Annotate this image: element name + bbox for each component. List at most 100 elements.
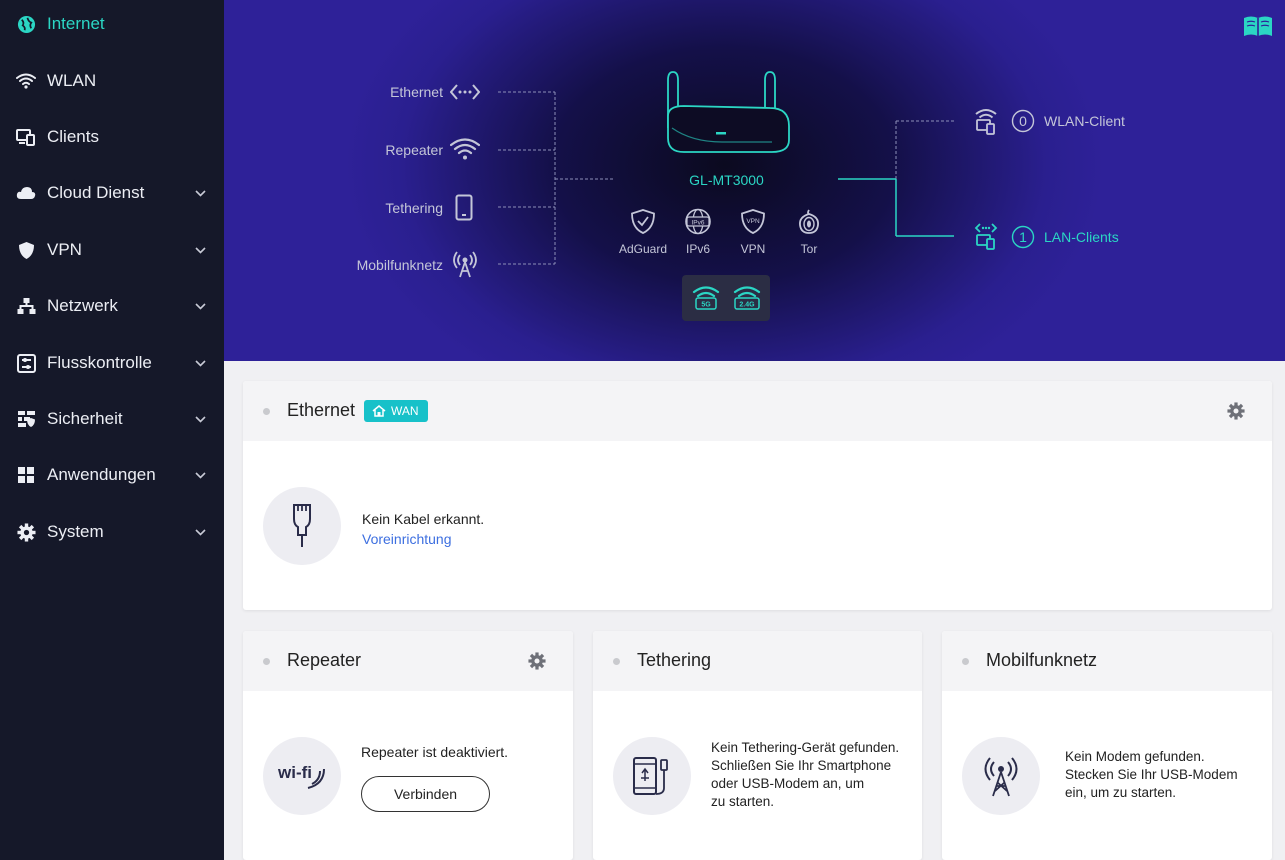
mobile-status-message: Kein Modem gefunden. Stecken Sie Ihr USB… [1065,748,1238,802]
shield-icon [16,240,36,260]
card-title: Tethering [637,650,712,670]
phone-icon[interactable] [455,194,473,221]
sidebar-item-netzwerk[interactable]: Netzwerk [0,286,224,326]
repeater-card: Repeater wi-fi Repeater ist deaktiviert.… [243,631,573,860]
sidebar-item-internet[interactable]: Internet [0,4,224,44]
devices-icon [16,127,36,147]
svg-text:5G: 5G [701,302,711,309]
router-name: GL-MT3000 [689,172,764,188]
lan-client-icon[interactable] [974,221,1000,251]
sidebar: Internet WLAN Clients Cloud Dienst VPN N… [0,0,224,860]
svg-text:2.4G: 2.4G [739,302,755,309]
ethernet-plug-icon [263,487,341,565]
cell-tower-icon[interactable] [453,250,477,278]
chevron-down-icon [194,469,206,481]
globe-icon [16,14,36,34]
wan-badge: WAN [364,400,428,422]
message-line: oder USB-Modem an, um [711,776,865,791]
message-line: Schließen Sie Ihr Smartphone [711,758,892,773]
tor-onion-icon[interactable] [797,207,821,235]
chevron-down-icon [194,300,206,312]
gear-icon [16,522,36,542]
phone-usb-icon [613,737,691,815]
svg-text:VPN: VPN [746,218,760,225]
message-line: ein, um zu starten. [1065,785,1177,800]
apps-icon [16,465,36,485]
card-title: Repeater [287,650,362,670]
sidebar-item-label: Clients [47,127,99,146]
card-header: Repeater [243,631,573,691]
repeater-status-message: Repeater ist deaktiviert. [361,744,509,760]
ethernet-card: Ethernet WAN Kein Kabel erkannt. Voreinr… [243,381,1272,610]
sidebar-item-label: VPN [47,240,82,259]
wifi-logo-icon: wi-fi [263,737,341,815]
sidebar-item-vpn[interactable]: VPN [0,230,224,270]
wifi-2g-icon[interactable]: 2.4G [733,284,761,312]
chevron-down-icon [194,244,206,256]
sidebar-item-anwendungen[interactable]: Anwendungen [0,455,224,495]
topology-panel: Ethernet Repeater Tethering Mobilfunknet… [224,0,1285,361]
message-line: Stecken Sie Ihr USB-Modem [1065,767,1238,782]
message-line: Kein Tethering-Gerät gefunden. [711,740,900,755]
chevron-down-icon [194,413,206,425]
flow-control-icon [16,353,36,373]
status-dot [263,658,270,665]
card-title: Mobilfunknetz [986,650,1098,670]
sidebar-item-system[interactable]: System [0,512,224,552]
wlan-client-icon[interactable] [974,106,1000,136]
status-dot [613,658,620,665]
gear-icon[interactable] [1227,402,1245,420]
feature-label-ipv6: IPv6 [685,242,710,256]
card-header: Ethernet WAN [243,381,1272,441]
wlan-client-label[interactable]: WLAN-Client [1044,113,1125,129]
feature-label-vpn: VPN [740,242,766,256]
wlan-client-count: 0 [1019,113,1027,129]
ethernet-status-message: Kein Kabel erkannt. [362,511,485,527]
router-illustration [667,71,790,153]
book-icon[interactable] [1243,14,1273,38]
status-dot [263,408,270,415]
sidebar-item-flusskontrolle[interactable]: Flusskontrolle [0,343,224,383]
tethering-card: Tethering Kein Tethering-Gerät gefunden.… [593,631,922,860]
sidebar-item-sicherheit[interactable]: Sicherheit [0,399,224,439]
card-header: Mobilfunknetz [942,631,1272,691]
adguard-shield-icon[interactable] [630,208,656,235]
card-title: Ethernet [287,400,356,420]
source-label-tethering: Tethering [385,200,443,216]
verbinden-button[interactable]: Verbinden [361,776,490,812]
network-icon [16,296,36,316]
sidebar-item-clients[interactable]: Clients [0,117,224,157]
sidebar-item-wlan[interactable]: WLAN [0,61,224,101]
status-dot [962,658,969,665]
sidebar-item-label: Sicherheit [47,409,123,428]
svg-text:IPv6: IPv6 [691,219,704,226]
lan-client-label[interactable]: LAN-Clients [1044,229,1119,245]
source-label-ethernet: Ethernet [390,84,443,100]
voreinrichtung-link[interactable]: Voreinrichtung [362,530,452,548]
sidebar-item-cloud-dienst[interactable]: Cloud Dienst [0,173,224,213]
ipv6-globe-icon[interactable]: IPv6 [684,208,712,235]
sidebar-item-label: Flusskontrolle [47,353,152,372]
chevron-down-icon [194,526,206,538]
sidebar-item-label: Cloud Dienst [47,183,145,202]
wifi-icon[interactable] [450,137,480,161]
sidebar-item-label: Anwendungen [47,465,156,484]
wifi-5g-icon[interactable]: 5G [692,284,720,312]
vpn-shield-icon[interactable]: VPN [740,208,766,235]
source-label-repeater: Repeater [385,142,443,158]
home-icon [372,405,386,417]
feature-label-tor: Tor [800,242,818,256]
lan-client-count: 1 [1019,229,1027,245]
wifi-icon [16,71,36,91]
feature-label-adguard: AdGuard [618,242,668,256]
chevron-down-icon [194,357,206,369]
ethernet-icon[interactable] [450,82,480,102]
gear-icon[interactable] [528,652,546,670]
cell-tower-icon [962,737,1040,815]
wan-badge-label: WAN [391,404,419,418]
source-label-mobilfunknetz: Mobilfunknetz [356,257,443,273]
sidebar-item-label: System [47,522,104,541]
tethering-status-message: Kein Tethering-Gerät gefunden. Schließen… [711,739,899,811]
cloud-icon [16,183,36,203]
message-line: zu starten. [711,794,775,809]
